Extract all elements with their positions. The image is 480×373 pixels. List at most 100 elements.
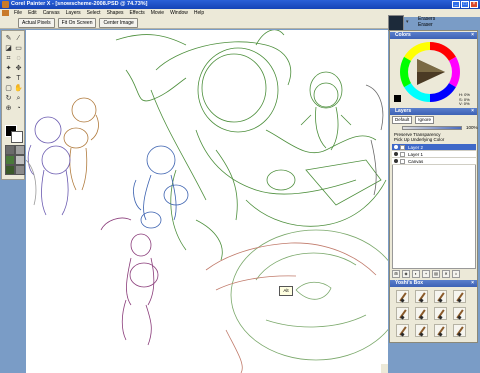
dynamic-plugin-icon[interactable]: ◈ — [402, 270, 410, 278]
layer-mask-icon[interactable]: ◐ — [412, 270, 420, 278]
crop-icon[interactable]: ⌗ — [4, 54, 13, 63]
chevron-down-icon[interactable]: ▾ — [406, 19, 409, 25]
lasso-icon[interactable]: ◌ — [14, 54, 23, 63]
menu-shapes[interactable]: Shapes — [104, 9, 127, 17]
custom-brush-button-6[interactable] — [415, 307, 428, 320]
menu-movie[interactable]: Movie — [148, 9, 167, 17]
actual-pixels-button[interactable]: Actual Pixels — [18, 17, 55, 28]
delete-layer-icon[interactable]: ✕ — [442, 270, 450, 278]
magic-wand-icon[interactable]: ✦ — [4, 64, 13, 73]
sketch-artwork — [26, 30, 388, 373]
layer-commands: ⊞ ◈ ◐ + ▤ ✕ ⌂ — [392, 270, 476, 278]
pick-up-underlying-color-checkbox[interactable]: Pick Up Underlying Color — [394, 137, 444, 142]
opacity-slider[interactable] — [402, 126, 462, 130]
color-wheel[interactable] — [397, 39, 463, 105]
hue-ring-icon — [400, 42, 460, 102]
custom-brush-button-1[interactable] — [396, 290, 409, 303]
menu-help[interactable]: Help — [191, 9, 207, 17]
menu-effects[interactable]: Effects — [127, 9, 148, 17]
palette-dock: Colors × H: 0% S: 0% V: 0% Layers × Defa… — [389, 30, 478, 343]
grabber-icon[interactable]: ✋ — [14, 84, 23, 93]
layer-thumbnail — [400, 159, 405, 164]
brush-icon[interactable]: ✎ — [4, 34, 13, 43]
menu-window[interactable]: Window — [167, 9, 191, 17]
paper-selector[interactable] — [5, 145, 15, 155]
fit-on-screen-button[interactable]: Fit On Screen — [57, 17, 97, 28]
minimize-button[interactable]: _ — [452, 1, 460, 8]
cloner-icon[interactable]: ⊕ — [4, 104, 13, 113]
window-controls: _ □ × — [452, 1, 478, 8]
custom-brush-button-11[interactable] — [434, 324, 447, 337]
custom-palette-label: Yoshi's Box — [395, 280, 424, 286]
divine-proportion-icon[interactable]: ◔ — [14, 104, 23, 113]
custom-brush-button-9[interactable] — [396, 324, 409, 337]
toolbox: ✎ ⁄ ◪ ▭ ⌗ ◌ ✦ ✥ ✒ T ▢ ✋ ↻ ⌕ ⊕ ◔ — [1, 30, 25, 180]
weave-selector[interactable] — [15, 165, 25, 175]
property-bar: Actual Pixels Fit On Screen Center Image — [0, 17, 388, 29]
colors-palette-label: Colors — [395, 32, 411, 38]
current-color-swatch[interactable] — [394, 95, 401, 102]
custom-brush-button-3[interactable] — [434, 290, 447, 303]
custom-brush-button-4[interactable] — [453, 290, 466, 303]
custom-brush-button-8[interactable] — [453, 307, 466, 320]
close-button[interactable]: × — [470, 1, 478, 8]
canvas-scroll-corner — [381, 364, 388, 373]
drawing-canvas[interactable]: Alt — [26, 30, 388, 373]
menu-file[interactable]: File — [11, 9, 25, 17]
document-menu-icon[interactable] — [2, 10, 9, 16]
custom-brush-button-2[interactable] — [415, 290, 428, 303]
magnifier-icon[interactable]: ⌕ — [14, 94, 23, 103]
layer-row-layer-1[interactable]: Layer 1 — [392, 151, 476, 158]
layer-controls: Default Ignore — [392, 116, 476, 124]
menu-edit[interactable]: Edit — [25, 9, 40, 17]
eraser-icon[interactable]: ▭ — [14, 44, 23, 53]
layers-palette-title[interactable]: Layers × — [390, 108, 477, 115]
shape-icon[interactable]: ▢ — [4, 84, 13, 93]
layer-row-layer-2[interactable]: Layer 2 — [392, 144, 476, 151]
hsv-readout: H: 0% S: 0% V: 0% — [459, 92, 470, 107]
additional-color-swatch[interactable] — [11, 131, 23, 143]
lock-layer-icon[interactable]: ⌂ — [452, 270, 460, 278]
brush-variant-selector[interactable]: Eraser — [418, 22, 433, 28]
custom-brush-button-5[interactable] — [396, 307, 409, 320]
new-layer-icon[interactable]: + — [422, 270, 430, 278]
rotate-icon[interactable]: ↻ — [4, 94, 13, 103]
custom-brush-button-7[interactable] — [434, 307, 447, 320]
composite-depth-select[interactable]: Ignore — [415, 116, 435, 124]
layer-thumbnail — [400, 145, 405, 150]
eye-icon[interactable] — [394, 145, 398, 149]
center-image-button[interactable]: Center Image — [99, 17, 138, 28]
close-icon[interactable]: × — [471, 32, 474, 39]
paint-bucket-icon[interactable]: ◪ — [4, 44, 13, 53]
menu-canvas[interactable]: Canvas — [40, 9, 63, 17]
custom-brush-button-10[interactable] — [415, 324, 428, 337]
title-bar: Corel Painter X - [snowscheme-2008.PSD @… — [0, 0, 480, 9]
layer-row-canvas[interactable]: Canvas — [392, 158, 476, 165]
eye-icon[interactable] — [394, 152, 398, 156]
close-icon[interactable]: × — [471, 108, 474, 115]
window-title: Corel Painter X - [snowscheme-2008.PSD @… — [11, 1, 148, 7]
layer-name: Layer 1 — [408, 152, 424, 157]
maximize-button[interactable]: □ — [461, 1, 469, 8]
painter-app-icon[interactable] — [2, 1, 9, 8]
nozzle-selector[interactable] — [15, 155, 25, 165]
layer-name: Canvas — [408, 159, 424, 164]
pattern-selector[interactable] — [15, 145, 25, 155]
custom-palette-title[interactable]: Yoshi's Box × — [390, 280, 477, 287]
move-icon[interactable]: ✥ — [14, 64, 23, 73]
group-layers-icon[interactable]: ▤ — [432, 270, 440, 278]
custom-brush-button-12[interactable] — [453, 324, 466, 337]
pen-icon[interactable]: ✒ — [4, 74, 13, 83]
layer-adjuster-icon[interactable]: ⊞ — [392, 270, 400, 278]
close-icon[interactable]: × — [471, 280, 474, 287]
menu-layers[interactable]: Layers — [63, 9, 84, 17]
menu-select[interactable]: Select — [84, 9, 104, 17]
gradient-selector[interactable] — [5, 155, 15, 165]
colors-palette-title[interactable]: Colors × — [390, 32, 477, 39]
brush-category-icon[interactable] — [388, 15, 404, 31]
text-icon[interactable]: T — [14, 74, 23, 83]
eye-icon[interactable] — [394, 159, 398, 163]
look-selector[interactable] — [5, 165, 15, 175]
dropper-icon[interactable]: ⁄ — [14, 34, 23, 43]
composite-method-select[interactable]: Default — [392, 116, 413, 124]
